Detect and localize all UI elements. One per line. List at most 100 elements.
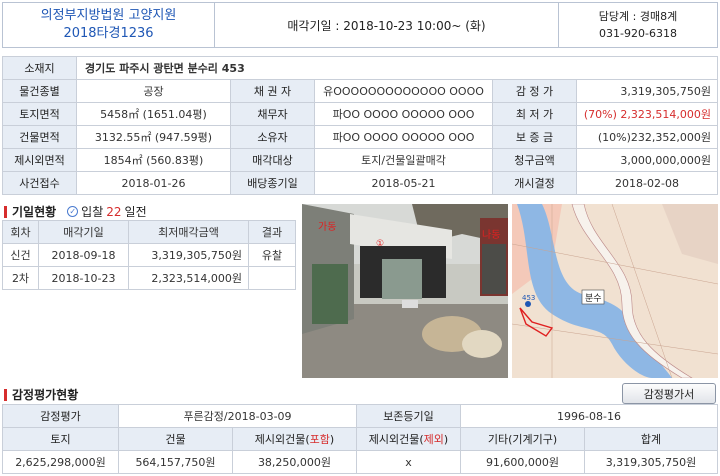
info-row: 물건종별 공장 채 권 자 유OOOOOOOOOOOOO OOOO 감 정 가 …: [2, 79, 718, 103]
history-round: 신건: [2, 243, 39, 267]
appraisal-label: 감정평가: [2, 404, 119, 428]
appraisal-value: 91,600,000원: [460, 450, 585, 474]
appraisal-header: 토지: [2, 427, 119, 451]
info-label: 사건접수: [2, 171, 77, 195]
registration-date: 1996-08-16: [460, 404, 718, 428]
bid-countdown: ✓ 입찰 22 일전: [67, 203, 147, 220]
info-value: 5458㎡ (1651.04평): [76, 102, 231, 126]
info-value: 토지/건물일괄매각: [314, 148, 493, 172]
appraisal-summary-row: 감정평가 푸른감정/2018-03-09 보존등기일 1996-08-16: [2, 404, 718, 428]
info-row: 사건접수 2018-01-26 배당종기일 2018-05-21 개시결정 20…: [2, 171, 718, 195]
info-label: 토지면적: [2, 102, 77, 126]
history-date: 2018-10-23: [38, 266, 129, 290]
photo-label-c: ①: [376, 239, 384, 249]
history-section-title: 기일현황 ✓ 입찰 22 일전: [4, 203, 147, 220]
auction-history-table: 회차 매각기일 최저매각금액 결과 신건 2018-09-18 3,319,30…: [2, 220, 296, 290]
info-label: 배당종기일: [230, 171, 315, 195]
info-label: 제시외면적: [2, 148, 77, 172]
appraisal-title: 감정평가현황: [12, 388, 79, 402]
claim-amount: 3,000,000,000원: [576, 148, 718, 172]
history-title: 기일현황: [12, 205, 57, 219]
appraisal-table: 감정평가 푸른감정/2018-03-09 보존등기일 1996-08-16 토지…: [2, 404, 718, 474]
team: 담당계 : 경매8계: [598, 10, 678, 23]
deposit: (10%)232,352,000원: [576, 125, 718, 149]
bid-countdown-suffix: 일전: [124, 205, 147, 219]
section-marker: [4, 205, 7, 218]
bid-countdown-prefix: 입찰: [81, 205, 104, 219]
history-header: 결과: [248, 220, 296, 244]
appraised-price: 3,319,305,750원: [576, 79, 718, 103]
info-value: 공장: [76, 79, 231, 103]
info-value: 파OO OOOO OOOOO OOO: [314, 102, 493, 126]
map-icon: 분수 453: [512, 204, 718, 378]
history-header-row: 회차 매각기일 최저매각금액 결과: [2, 220, 296, 244]
info-label: 최 저 가: [492, 102, 577, 126]
location-map[interactable]: 분수 453: [512, 204, 718, 378]
info-value: 유OOOOOOOOOOOOO OOOO: [314, 79, 493, 103]
appraisal-value: 564,157,750원: [118, 450, 233, 474]
history-result: [248, 266, 296, 290]
appraisal-total: 3,319,305,750원: [584, 450, 718, 474]
info-row: 건물면적 3132.55㎡ (947.59평) 소유자 파OO OOOO OOO…: [2, 125, 718, 149]
appraisal-section-title: 감정평가현황: [4, 386, 78, 403]
info-value: 2018-05-21: [314, 171, 493, 195]
photo-label-a: 가동: [318, 221, 336, 233]
info-label: 개시결정: [492, 171, 577, 195]
header-text: ): [443, 433, 449, 446]
court-name: 의정부지방법원 고양지원: [40, 8, 177, 23]
appraisal-header: 제시외건물(포함): [232, 427, 357, 451]
header-text: 제시외건물(: [368, 433, 424, 446]
address-label: 소재지: [2, 56, 77, 80]
address-row: 소재지 경기도 파주시 광탄면 분수리 453: [2, 56, 718, 80]
info-label: 채 권 자: [230, 79, 315, 103]
info-value: 1854㎡ (560.83평): [76, 148, 231, 172]
history-round: 2차: [2, 266, 39, 290]
appraisal-header: 건물: [118, 427, 233, 451]
appraisal-value: x: [356, 450, 461, 474]
appraisal-value: 2,625,298,000원: [2, 450, 119, 474]
check-icon: ✓: [67, 206, 79, 217]
case-number: 2018타경1236: [63, 26, 154, 41]
header-highlight: 제외: [423, 433, 444, 446]
info-label: 감 정 가: [492, 79, 577, 103]
phone: 031-920-6318: [599, 27, 677, 40]
history-result: 유찰: [248, 243, 296, 267]
photo-label-b: 나동: [482, 229, 500, 241]
property-info-table: 소재지 경기도 파주시 광탄면 분수리 453 물건종별 공장 채 권 자 유O…: [2, 56, 718, 195]
info-row: 토지면적 5458㎡ (1651.04평) 채무자 파OO OOOO OOOOO…: [2, 102, 718, 126]
history-price: 3,319,305,750원: [128, 243, 249, 267]
info-label: 매각대상: [230, 148, 315, 172]
contact-block: 담당계 : 경매8계 031-920-6318: [559, 3, 717, 47]
history-date: 2018-09-18: [38, 243, 129, 267]
bid-countdown-days: 22: [106, 204, 122, 219]
history-header: 매각기일: [38, 220, 129, 244]
sale-date: 매각기일 : 2018-10-23 10:00~ (화): [215, 3, 559, 47]
address-value: 경기도 파주시 광탄면 분수리 453: [76, 56, 718, 80]
info-label: 청구금액: [492, 148, 577, 172]
info-label: 건물면적: [2, 125, 77, 149]
info-label: 소유자: [230, 125, 315, 149]
appraisal-report-button[interactable]: 감정평가서: [622, 383, 716, 404]
header-text: ): [329, 433, 335, 446]
info-value: 3132.55㎡ (947.59평): [76, 125, 231, 149]
appraiser-value: 푸른감정/2018-03-09: [118, 404, 357, 428]
case-header: 의정부지방법원 고양지원 2018타경1236 매각기일 : 2018-10-2…: [2, 2, 718, 48]
map-place: 분수: [585, 293, 602, 304]
history-row: 신건 2018-09-18 3,319,305,750원 유찰: [2, 243, 296, 267]
info-value: 2018-02-08: [576, 171, 718, 195]
appraisal-value: 38,250,000원: [232, 450, 357, 474]
info-value: 파OO OOOO OOOOO OOO: [314, 125, 493, 149]
property-photo[interactable]: 가동 나동 ①: [302, 204, 508, 378]
history-price: 2,323,514,000원: [128, 266, 249, 290]
section-marker: [4, 388, 7, 401]
header-text: 제시외건물(: [254, 433, 310, 446]
info-row: 제시외면적 1854㎡ (560.83평) 매각대상 토지/건물일괄매각 청구금…: [2, 148, 718, 172]
info-label: 보 증 금: [492, 125, 577, 149]
factory-photo-icon: 가동 나동 ①: [302, 204, 508, 378]
header-highlight: 포함: [309, 433, 330, 446]
registration-label: 보존등기일: [356, 404, 461, 428]
history-header: 최저매각금액: [128, 220, 249, 244]
appraisal-header-row: 토지 건물 제시외건물(포함) 제시외건물(제외) 기타(기계기구) 합계: [2, 427, 718, 451]
info-value: 2018-01-26: [76, 171, 231, 195]
info-label: 물건종별: [2, 79, 77, 103]
